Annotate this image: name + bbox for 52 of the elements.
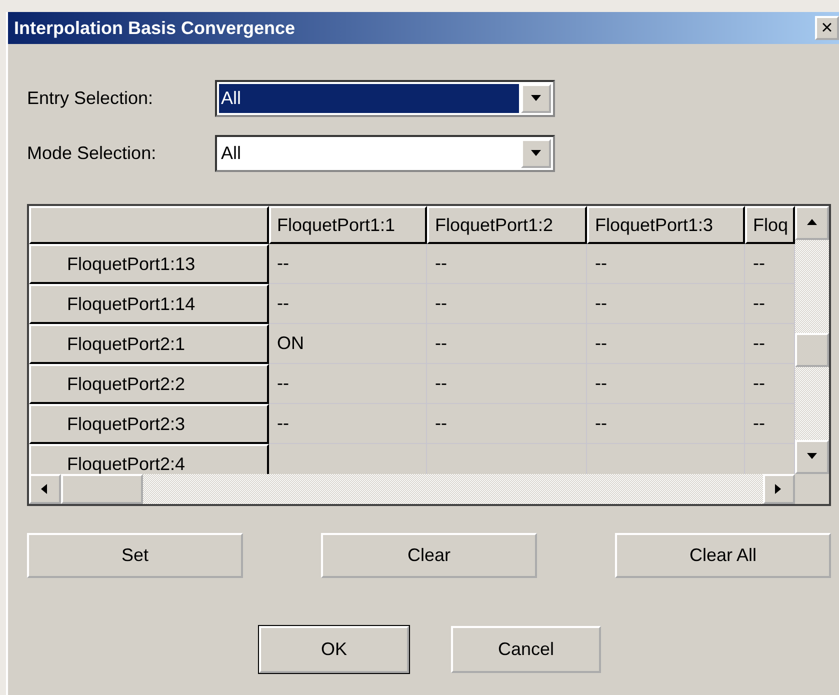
table-cell: -- xyxy=(745,364,795,404)
scroll-down-button[interactable] xyxy=(795,440,829,474)
table-cell: -- xyxy=(269,244,427,284)
table-cell: -- xyxy=(587,284,745,324)
row-header[interactable]: FloquetPort1:14 xyxy=(29,284,269,324)
table-cell: -- xyxy=(587,324,745,364)
table-cell: -- xyxy=(427,284,587,324)
scroll-thumb[interactable] xyxy=(795,333,829,367)
horizontal-scrollbar[interactable] xyxy=(29,474,795,504)
table-cell: ON xyxy=(269,324,427,364)
field-label: Entry Selection: xyxy=(27,88,154,109)
scroll-up-button[interactable] xyxy=(795,206,829,240)
column-header[interactable]: FloquetPort1:3 xyxy=(587,206,745,244)
action-button[interactable]: Clear All xyxy=(615,533,831,578)
column-header[interactable]: FloquetPort1:2 xyxy=(427,206,587,244)
row-header[interactable]: FloquetPort2:2 xyxy=(29,364,269,404)
table-cell: -- xyxy=(427,364,587,404)
dropdown-button[interactable] xyxy=(521,139,551,168)
column-header[interactable]: Floq xyxy=(745,206,795,244)
dialog-button[interactable]: OK xyxy=(259,626,409,673)
dropdown-field[interactable]: All xyxy=(215,80,555,117)
action-button[interactable]: Set xyxy=(27,533,243,578)
table-cell: -- xyxy=(269,364,427,404)
table-cell: -- xyxy=(587,244,745,284)
table-cell: -- xyxy=(745,324,795,364)
column-header[interactable]: FloquetPort1:1 xyxy=(269,206,427,244)
table-cell: -- xyxy=(269,404,427,444)
table-cell: -- xyxy=(427,404,587,444)
table-cell: -- xyxy=(745,404,795,444)
table-cell: -- xyxy=(745,244,795,284)
table-cell: -- xyxy=(587,364,745,404)
table-cell: -- xyxy=(427,324,587,364)
close-button[interactable]: × xyxy=(815,16,839,40)
table-cell: -- xyxy=(269,284,427,324)
field-label: Mode Selection: xyxy=(27,143,158,164)
table-cell: -- xyxy=(587,404,745,444)
dialog-button[interactable]: Cancel xyxy=(451,626,601,673)
scroll-thumb[interactable] xyxy=(61,474,143,504)
row-header[interactable]: FloquetPort1:13 xyxy=(29,244,269,284)
dropdown-value: All xyxy=(219,84,519,113)
scroll-right-button[interactable] xyxy=(763,474,795,504)
scroll-left-button[interactable] xyxy=(29,474,61,504)
vertical-scrollbar[interactable] xyxy=(795,206,829,474)
dropdown-button[interactable] xyxy=(521,84,551,113)
row-header[interactable]: FloquetPort2:4 xyxy=(29,444,269,474)
row-header[interactable]: FloquetPort2:1 xyxy=(29,324,269,364)
row-header[interactable]: FloquetPort2:3 xyxy=(29,404,269,444)
window-title: Interpolation Basis Convergence xyxy=(14,18,296,38)
action-button[interactable]: Clear xyxy=(321,533,537,578)
dropdown-field[interactable]: All xyxy=(215,135,555,172)
table-cell: -- xyxy=(427,244,587,284)
table-cell: -- xyxy=(745,284,795,324)
